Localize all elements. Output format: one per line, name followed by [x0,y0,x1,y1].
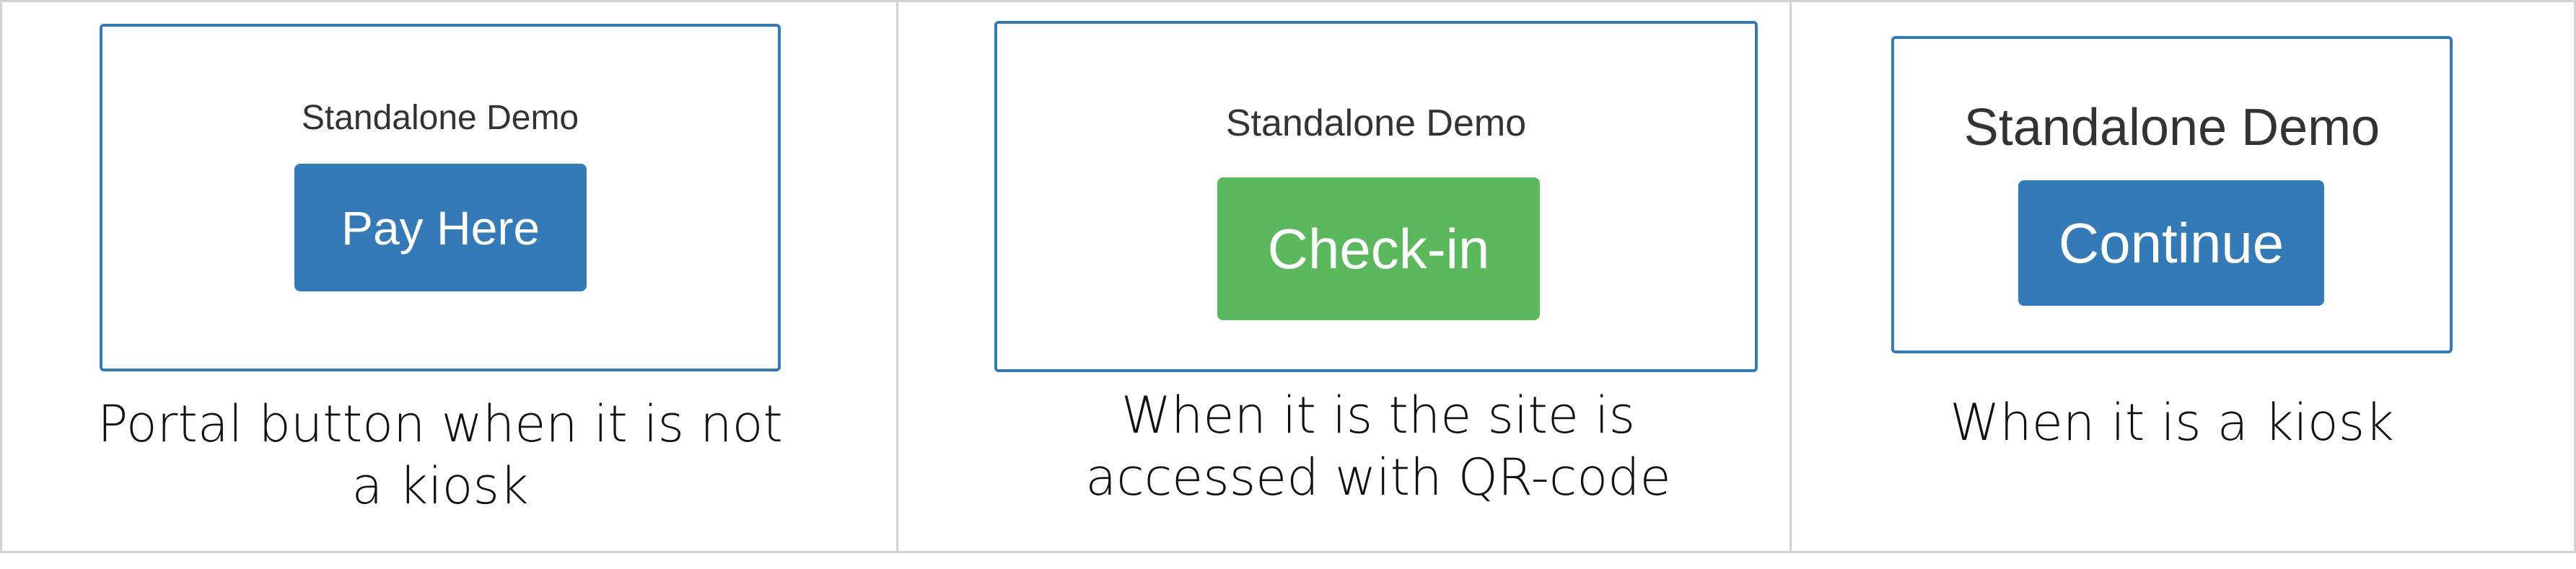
card-title: Standalone Demo [301,99,579,137]
card-title: Standalone Demo [1963,99,2380,156]
check-in-button[interactable]: Check-in [1217,177,1540,320]
caption-line: accessed with QR-code [1085,448,1671,507]
caption-line: a kiosk [351,456,529,516]
caption-line: Portal button when it is not [97,394,783,454]
portal-card: Standalone Demo Continue [1891,36,2453,353]
portal-card: Standalone Demo Check-in [994,21,1758,372]
caption-line: When it is a kiosk [1950,393,2394,452]
caption-line: When it is the site is [1121,386,1636,445]
card-title: Standalone Demo [1225,102,1527,144]
panel-divider [896,0,898,553]
portal-card: Standalone Demo Pay Here [100,24,781,371]
pay-here-button[interactable]: Pay Here [294,164,587,291]
caption: Portal button when it is not a kiosk [43,399,837,511]
caption: When it is a kiosk [1833,397,2511,448]
continue-button[interactable]: Continue [2018,180,2324,306]
caption: When it is the site is accessed with QR-… [931,390,1826,503]
